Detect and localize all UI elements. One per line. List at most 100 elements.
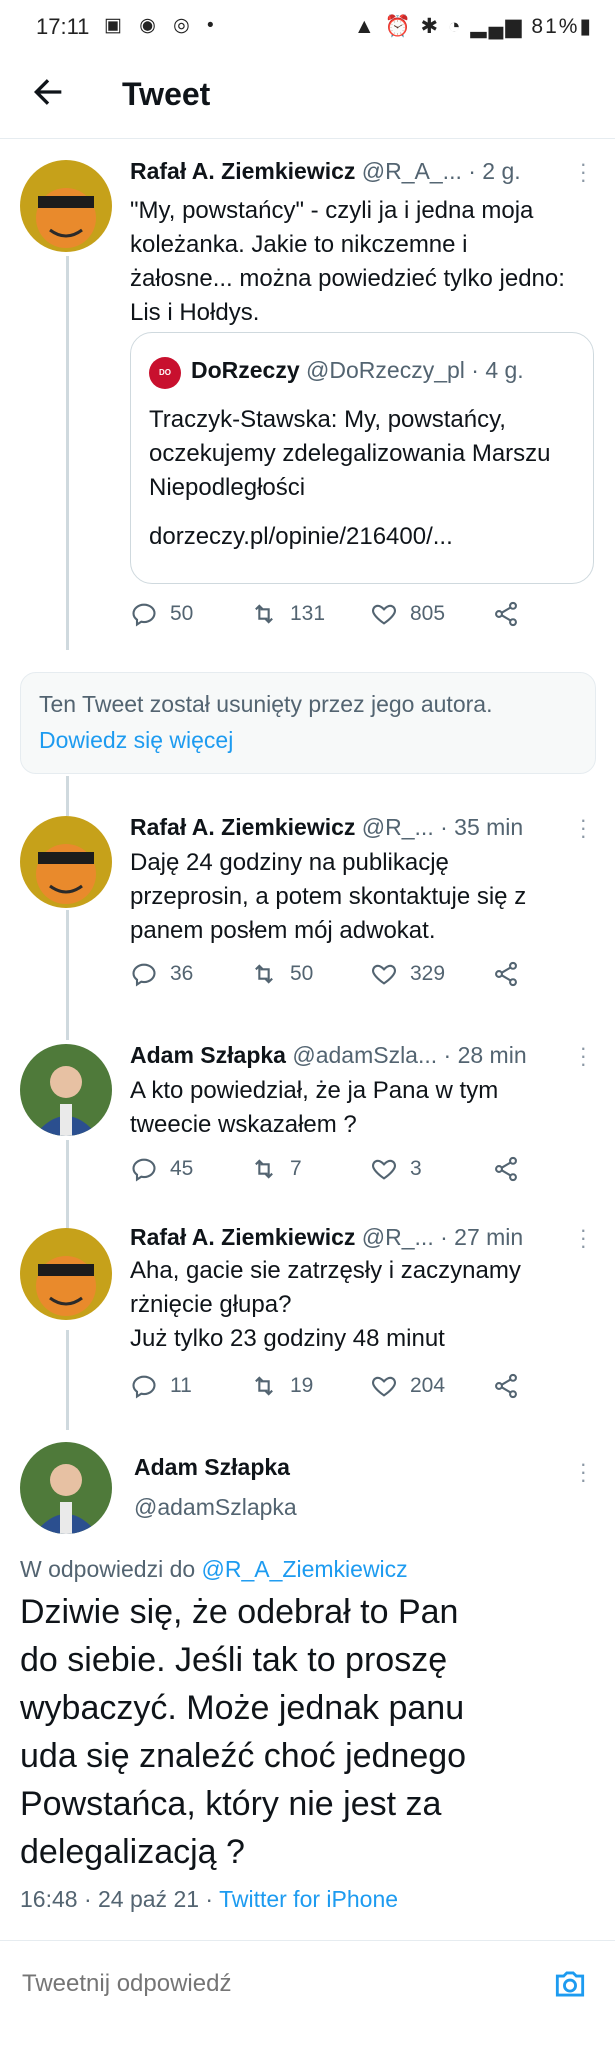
main-author-name[interactable]: Adam Szłapka xyxy=(134,1454,290,1481)
avatar[interactable] xyxy=(20,160,112,252)
reply-input[interactable] xyxy=(20,1963,524,2005)
tweet-text: A kto powiedział, że ja Pana w tym tweec… xyxy=(130,1074,590,1142)
text-line: uda się znaleźć choć jednego xyxy=(20,1737,467,1775)
like-count: 805 xyxy=(410,602,446,625)
text-line: Dziwie się, że odebrał to Pan xyxy=(20,1593,459,1631)
tweet-text: "My, powstańcy" - czyli ja i jedna moja … xyxy=(130,194,590,330)
tweet-meta: 16:48 · 24 paź 21 · Twitter for iPhone xyxy=(20,1886,398,1913)
quote-text: Traczyk-Stawska: My, powstańcy, oczekuje… xyxy=(149,403,579,505)
more-options-icon[interactable]: · · · xyxy=(580,809,587,847)
thread-line xyxy=(66,1330,69,1430)
avatar[interactable] xyxy=(20,1044,112,1136)
reply-icon xyxy=(132,1375,156,1399)
text-line: Daję 24 godziny na publikację xyxy=(130,849,449,876)
reply-count: 50 xyxy=(170,602,194,625)
reply-button[interactable]: 36 xyxy=(130,960,193,988)
text-line: delegalizacją ? xyxy=(20,1833,245,1871)
dorzeczy-logo-icon: DO RZECZY xyxy=(149,357,181,389)
quote-link[interactable]: dorzeczy.pl/opinie/216400/... xyxy=(149,523,453,551)
tweet-actions: 11 19 204 xyxy=(130,1372,550,1406)
like-button[interactable]: 3 xyxy=(370,1155,422,1183)
retweet-count: 131 xyxy=(290,602,326,625)
text-line: koleżanka. Jakie to nikczemne i xyxy=(130,231,468,258)
thread-line xyxy=(66,910,69,1040)
reply-icon xyxy=(132,603,156,627)
share-button[interactable] xyxy=(492,1372,520,1400)
back-arrow-icon[interactable] xyxy=(28,72,68,112)
quote-handle: @DoRzeczy_pl xyxy=(306,357,465,383)
main-author-handle: @adamSzlapka xyxy=(134,1494,297,1520)
learn-more-link[interactable]: Dowiedz się więcej xyxy=(39,727,233,754)
retweet-count: 19 xyxy=(290,1374,314,1397)
camera-icon[interactable] xyxy=(551,1965,589,2003)
reply-icon xyxy=(132,1158,156,1182)
like-count: 329 xyxy=(410,962,446,985)
avatar[interactable] xyxy=(20,816,112,908)
reply-icon xyxy=(132,963,156,987)
tweet-text: Daję 24 godziny na publikację przeprosin… xyxy=(130,846,590,948)
text-line: Już tylko 23 godziny 48 minut xyxy=(130,1325,445,1352)
tweet-actions: 36 50 329 xyxy=(130,960,550,994)
reply-button[interactable]: 45 xyxy=(130,1155,193,1183)
more-options-icon[interactable]: · · · xyxy=(580,1453,587,1491)
text-line: panem posłem mój adwokat. xyxy=(130,917,436,944)
thread-line xyxy=(66,776,69,816)
like-button[interactable]: 805 xyxy=(370,600,445,628)
text-line: wybaczyć. Może jednak panu xyxy=(20,1689,465,1727)
share-button[interactable] xyxy=(492,600,520,628)
tweet-time: · 27 min xyxy=(440,1224,524,1250)
reply-context: W odpowiedzi do @R_A_Ziemkiewicz xyxy=(20,1556,408,1583)
share-icon xyxy=(495,961,517,987)
more-options-icon[interactable]: · · · xyxy=(580,1037,587,1075)
like-button[interactable]: 204 xyxy=(370,1372,445,1400)
tweet-time: · 28 min xyxy=(443,1042,527,1068)
text-line: oczekujemy zdelegalizowania Marszu xyxy=(149,440,551,467)
tweet-header: Adam Szłapka @adamSzla... · 28 min xyxy=(130,1042,527,1069)
quote-time: · 4 g. xyxy=(471,357,524,383)
more-options-icon[interactable]: · · · xyxy=(580,153,587,191)
text-line: żałosne... można powiedzieć tylko jedno: xyxy=(130,265,565,292)
thread-line xyxy=(66,1140,69,1230)
heart-icon xyxy=(372,1376,396,1397)
tweet-header: Rafał A. Ziemkiewicz @R_... · 27 min xyxy=(130,1224,523,1251)
retweet-count: 7 xyxy=(290,1157,302,1180)
retweet-icon xyxy=(255,964,273,984)
avatar-ziemkiewicz-icon xyxy=(20,160,112,252)
text-line: Lis i Hołdys. xyxy=(130,299,260,326)
avatar[interactable] xyxy=(20,1442,112,1534)
retweet-button[interactable]: 7 xyxy=(250,1155,302,1183)
tweet-text: Aha, gacie sie zatrzęsły i zaczynamy rżn… xyxy=(130,1254,590,1356)
more-options-icon[interactable]: · · · xyxy=(580,1219,587,1257)
reply-to-link[interactable]: @R_A_Ziemkiewicz xyxy=(202,1556,408,1582)
avatar[interactable] xyxy=(20,1228,112,1320)
heart-icon xyxy=(372,964,396,985)
quote-author: DoRzeczy xyxy=(191,357,300,383)
heart-icon xyxy=(372,1159,396,1180)
avatar-ziemkiewicz-icon xyxy=(20,1228,112,1320)
tweet-header: Rafał A. Ziemkiewicz @R_A_... · 2 g. xyxy=(130,158,521,185)
avatar-szlapka-icon xyxy=(20,1442,112,1534)
author-name[interactable]: Rafał A. Ziemkiewicz xyxy=(130,158,355,184)
retweet-icon xyxy=(255,1159,273,1179)
share-button[interactable] xyxy=(492,1155,520,1183)
quote-header: DoRzeczy @DoRzeczy_pl · 4 g. xyxy=(191,357,524,384)
author-name[interactable]: Rafał A. Ziemkiewicz xyxy=(130,814,355,840)
system-icons: ▲ ⏰ ✱ ◔ ▂▄▆ xyxy=(353,15,532,38)
text-line: A kto powiedział, że ja Pana w tym xyxy=(130,1077,499,1104)
reply-button[interactable]: 11 xyxy=(130,1372,192,1400)
source-link[interactable]: Twitter for iPhone xyxy=(219,1886,398,1912)
thread-line xyxy=(66,256,69,650)
retweet-button[interactable]: 131 xyxy=(250,600,325,628)
share-icon xyxy=(495,1373,517,1399)
author-name[interactable]: Adam Szłapka xyxy=(130,1042,286,1068)
tweet-timestamp: 16:48 · 24 paź 21 · xyxy=(20,1886,220,1912)
share-button[interactable] xyxy=(492,960,520,988)
author-name[interactable]: Rafał A. Ziemkiewicz xyxy=(130,1224,355,1250)
like-button[interactable]: 329 xyxy=(370,960,445,988)
share-icon xyxy=(495,601,517,627)
quoted-tweet[interactable]: DO RZECZY DoRzeczy @DoRzeczy_pl · 4 g. T… xyxy=(130,332,594,584)
reply-button[interactable]: 50 xyxy=(130,600,193,628)
retweet-button[interactable]: 50 xyxy=(250,960,313,988)
retweet-icon xyxy=(255,1376,273,1396)
retweet-button[interactable]: 19 xyxy=(250,1372,313,1400)
